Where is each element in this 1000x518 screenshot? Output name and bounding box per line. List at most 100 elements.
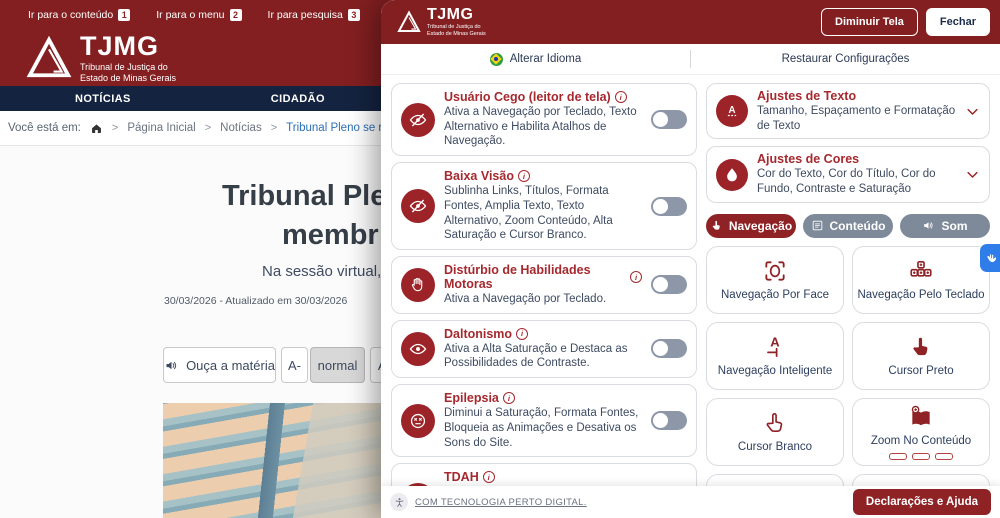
profile-title: TDAH — [444, 470, 479, 484]
tab-som[interactable]: Som — [900, 214, 990, 238]
panel-logo-name: TJMG — [427, 7, 486, 23]
breadcrumb-item-home[interactable]: Página Inicial — [127, 122, 195, 134]
speaker-icon — [164, 358, 179, 373]
site-logo[interactable]: TJMG Tribunal de Justiça do Estado de Mi… — [26, 33, 176, 84]
info-icon[interactable] — [516, 328, 528, 340]
restore-settings-button[interactable]: Restaurar Configurações — [691, 44, 1000, 74]
change-language-button[interactable]: Alterar Idioma — [381, 44, 690, 74]
skip-link-content[interactable]: Ir para o conteúdo1 — [28, 9, 130, 21]
low-vision-eye-icon — [401, 189, 435, 223]
panel-footer: COM TECNOLOGIA PERTO DIGITAL. Declaraçõe… — [381, 486, 1000, 518]
card-label: Zoom No Conteúdo — [871, 435, 971, 447]
panel-toolbar: Alterar Idioma Restaurar Configurações — [381, 44, 1000, 75]
toggle-baixa-visao[interactable] — [651, 197, 687, 216]
close-panel-button[interactable]: Fechar — [926, 8, 990, 36]
face-scan-icon — [762, 258, 788, 284]
info-icon[interactable] — [503, 392, 515, 404]
toggle-disturbio-motor[interactable] — [651, 275, 687, 294]
breadcrumb-separator: > — [112, 122, 118, 134]
panel-logo-subtitle: Tribunal de Justiça do Estado de Minas G… — [427, 24, 486, 37]
profile-title: Baixa Visão — [444, 169, 514, 183]
tab-conteudo[interactable]: Conteúdo — [803, 214, 893, 238]
info-icon[interactable] — [615, 91, 627, 103]
profile-daltonismo: Daltonismo Ativa a Alta Saturação e Dest… — [391, 320, 697, 378]
profiles-column: Usuário Cego (leitor de tela) Ativa a Na… — [391, 83, 697, 511]
profile-usuario-cego: Usuário Cego (leitor de tela) Ativa a Na… — [391, 83, 697, 156]
powered-by-label: COM TECNOLOGIA PERTO DIGITAL. — [415, 497, 587, 508]
chevron-down-icon — [965, 104, 980, 119]
profile-title: Distúrbio de Habilidades Motoras — [444, 263, 626, 291]
panel-header: TJMG Tribunal de Justiça do Estado de Mi… — [381, 0, 1000, 44]
listen-article-label: Ouça a matéria — [186, 358, 275, 373]
powered-by-link[interactable]: COM TECNOLOGIA PERTO DIGITAL. — [390, 493, 587, 511]
profile-epilepsia: Epilepsia Diminui a Saturação, Formata F… — [391, 384, 697, 457]
card-label: Cursor Branco — [738, 441, 812, 453]
speaker-icon — [922, 219, 935, 232]
skip-link-badge: 2 — [230, 9, 242, 21]
card-navegacao-pelo-teclado[interactable]: Navegação Pelo Teclado — [852, 246, 990, 314]
profile-description: Ativa a Alta Saturação e Destaca as Poss… — [444, 342, 642, 371]
nav-item-cidadao[interactable]: CIDADÃO — [271, 93, 325, 105]
font-normal-button[interactable]: normal — [310, 347, 365, 383]
info-icon[interactable] — [630, 271, 642, 283]
text-adjustments-expander[interactable]: Ajustes de Texto Tamanho, Espaçamento e … — [706, 83, 990, 139]
article-title-line2: membr — [282, 219, 379, 252]
color-drop-icon — [716, 159, 748, 191]
white-cursor-icon — [762, 410, 788, 436]
card-zoom-no-conteudo[interactable]: Zoom No Conteúdo — [852, 398, 990, 466]
content-icon — [811, 219, 824, 232]
info-icon[interactable] — [483, 471, 495, 483]
home-icon[interactable] — [90, 122, 103, 135]
listen-article-button[interactable]: Ouça a matéria — [163, 347, 276, 383]
color-adjustments-expander[interactable]: Ajustes de Cores Cor do Texto, Cor do Tí… — [706, 146, 990, 202]
card-navegacao-por-face[interactable]: Navegação Por Face — [706, 246, 844, 314]
panel-content: Usuário Cego (leitor de tela) Ativa a Na… — [381, 75, 1000, 518]
profile-title: Daltonismo — [444, 327, 512, 341]
minimize-panel-button[interactable]: Diminuir Tela — [821, 8, 918, 36]
restore-settings-label: Restaurar Configurações — [782, 53, 910, 65]
toggle-daltonismo[interactable] — [651, 339, 687, 358]
declarations-help-button[interactable]: Declarações e Ajuda — [853, 489, 991, 515]
pointer-icon — [710, 219, 723, 232]
breadcrumb-separator: > — [271, 122, 277, 134]
vlibras-widget-button[interactable] — [980, 244, 1000, 272]
keypad-icon — [908, 258, 934, 284]
site-logo-subtitle: Tribunal de Justiça do Estado de Minas G… — [80, 62, 176, 84]
tjmg-triangle-icon — [397, 10, 421, 34]
breadcrumb-item-noticias[interactable]: Notícias — [220, 122, 262, 134]
zoom-book-icon — [908, 404, 934, 430]
nav-item-noticias[interactable]: NOTÍCIAS — [75, 93, 131, 105]
card-label: Navegação Pelo Teclado — [857, 289, 984, 301]
adjust-title: Ajustes de Cores — [757, 152, 956, 166]
card-navegacao-inteligente[interactable]: Navegação Inteligente — [706, 322, 844, 390]
accessibility-panel: TJMG Tribunal de Justiça do Estado de Mi… — [381, 0, 1000, 518]
profile-title: Usuário Cego (leitor de tela) — [444, 90, 611, 104]
profile-title: Epilepsia — [444, 391, 499, 405]
dizzy-face-icon — [401, 404, 435, 438]
tab-navegacao[interactable]: Navegação — [706, 214, 796, 238]
zoom-level-pills[interactable] — [889, 453, 953, 460]
eye-slash-icon — [401, 103, 435, 137]
skip-link-badge: 1 — [118, 9, 130, 21]
card-cursor-branco[interactable]: Cursor Branco — [706, 398, 844, 466]
tab-label: Som — [941, 219, 967, 233]
hand-icon — [401, 268, 435, 302]
card-cursor-preto[interactable]: Cursor Preto — [852, 322, 990, 390]
skip-link-search[interactable]: Ir para pesquisa3 — [268, 9, 360, 21]
black-cursor-icon — [908, 334, 934, 360]
profile-description: Diminui a Saturação, Formata Fontes, Blo… — [444, 406, 642, 450]
navigation-cards-grid: Navegação Por Face Navegação Pelo Teclad… — [706, 246, 990, 518]
toggle-usuario-cego[interactable] — [651, 110, 687, 129]
breadcrumb-separator: > — [205, 122, 211, 134]
toggle-epilepsia[interactable] — [651, 411, 687, 430]
article-photo-building — [163, 403, 381, 518]
profile-description: Sublinha Links, Títulos, Formata Fontes,… — [444, 184, 642, 243]
info-icon[interactable] — [518, 170, 530, 182]
tab-label: Navegação — [729, 219, 792, 233]
sign-language-hands-icon — [985, 252, 998, 265]
chevron-down-icon — [965, 167, 980, 182]
site-logo-name: TJMG — [80, 33, 176, 60]
skip-link-menu[interactable]: Ir para o menu2 — [156, 9, 241, 21]
brazil-flag-icon — [490, 53, 503, 66]
font-decrease-button[interactable]: A- — [281, 347, 308, 383]
